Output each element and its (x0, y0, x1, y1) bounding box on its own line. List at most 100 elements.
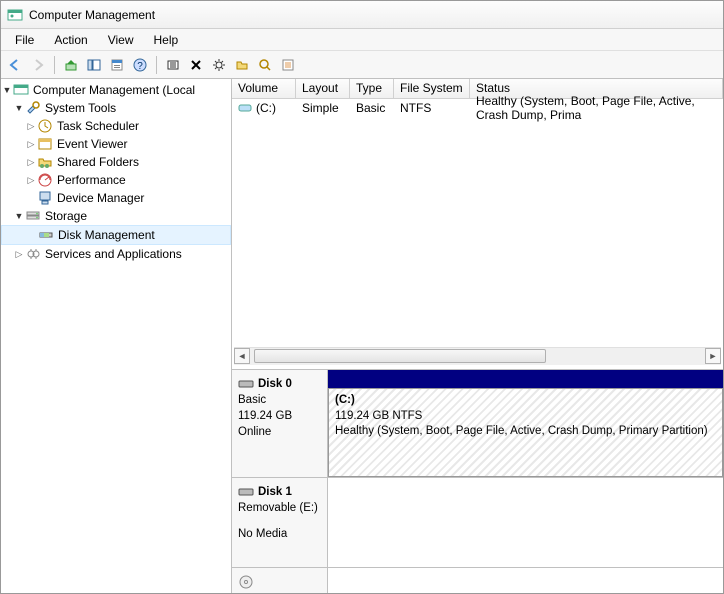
menu-help[interactable]: Help (144, 31, 189, 49)
disk-volumes: (C:) 119.24 GB NTFS Healthy (System, Boo… (328, 370, 723, 477)
expand-icon[interactable]: ▷ (25, 157, 37, 168)
titlebar: Computer Management (1, 1, 723, 29)
svg-text:?: ? (137, 61, 143, 72)
tools-icon (25, 100, 41, 116)
menu-action[interactable]: Action (44, 31, 97, 49)
expand-icon[interactable]: ▷ (25, 175, 37, 186)
menu-view[interactable]: View (98, 31, 144, 49)
menubar: File Action View Help (1, 29, 723, 51)
back-button[interactable] (5, 55, 25, 75)
tree-label: Device Manager (57, 191, 144, 205)
cd-icon (238, 574, 254, 590)
tree-label: Event Viewer (57, 137, 127, 151)
expand-icon[interactable]: ▼ (13, 103, 25, 113)
tree-label: Services and Applications (45, 247, 182, 261)
window-title: Computer Management (29, 8, 155, 22)
services-icon (25, 246, 41, 262)
scroll-right-button[interactable]: ► (705, 348, 721, 364)
clock-icon (37, 118, 53, 134)
expand-icon[interactable]: ▷ (13, 249, 25, 260)
volume-type: Basic (350, 101, 394, 115)
disk-info (232, 568, 328, 593)
disk-size: 119.24 GB (238, 408, 321, 424)
expand-icon[interactable]: ▼ (1, 85, 13, 95)
tree-shared-folders[interactable]: ▷ Shared Folders (1, 153, 231, 171)
computer-icon (13, 82, 29, 98)
partition-name: (C:) (335, 393, 716, 409)
tree-root[interactable]: ▼ Computer Management (Local (1, 81, 231, 99)
tree-device-manager[interactable]: ▷ Device Manager (1, 189, 231, 207)
storage-icon (25, 208, 41, 224)
partition-box[interactable]: (C:) 119.24 GB NTFS Healthy (System, Boo… (328, 388, 723, 477)
settings-button[interactable] (209, 55, 229, 75)
tree-label: Shared Folders (57, 155, 139, 169)
volume-row[interactable]: (C:) Simple Basic NTFS Healthy (System, … (232, 99, 723, 117)
app-icon (7, 7, 23, 23)
help-button[interactable]: ? (130, 55, 150, 75)
col-volume[interactable]: Volume (232, 79, 296, 98)
menu-file[interactable]: File (5, 31, 44, 49)
tree-system-tools[interactable]: ▼ System Tools (1, 99, 231, 117)
expand-icon[interactable]: ▷ (25, 139, 37, 150)
action4-button[interactable] (278, 55, 298, 75)
tree-label: Disk Management (58, 228, 155, 242)
disk-row[interactable] (232, 568, 723, 593)
expand-icon[interactable]: ▼ (13, 211, 25, 221)
action2-button[interactable] (232, 55, 252, 75)
forward-button[interactable] (28, 55, 48, 75)
scroll-thumb[interactable] (254, 349, 546, 363)
disk-row[interactable]: Disk 0 Basic 119.24 GB Online (C:) 119.2… (232, 370, 723, 478)
scroll-left-button[interactable]: ◄ (234, 348, 250, 364)
right-pane: Volume Layout Type File System Status (C… (232, 79, 723, 593)
disk-info: Disk 0 Basic 119.24 GB Online (232, 370, 328, 477)
volume-name: (C:) (256, 101, 276, 115)
disk-state: No Media (238, 526, 321, 542)
col-type[interactable]: Type (350, 79, 394, 98)
partition-status: Healthy (System, Boot, Page File, Active… (335, 424, 716, 440)
toolbar: ? (1, 51, 723, 79)
tree-label: System Tools (45, 101, 116, 115)
expand-icon[interactable]: ▷ (25, 121, 37, 132)
shared-folder-icon (37, 154, 53, 170)
tree-label: Computer Management (Local (33, 83, 195, 97)
up-button[interactable] (61, 55, 81, 75)
properties-button[interactable] (107, 55, 127, 75)
show-hide-tree-button[interactable] (84, 55, 104, 75)
col-filesystem[interactable]: File System (394, 79, 470, 98)
disk-row[interactable]: Disk 1 Removable (E:) No Media (232, 478, 723, 568)
tree-label: Task Scheduler (57, 119, 139, 133)
disk-icon (238, 487, 254, 497)
disk-icon (238, 379, 254, 389)
tree-services-apps[interactable]: ▷ Services and Applications (1, 245, 231, 263)
tree-label: Performance (57, 173, 126, 187)
col-layout[interactable]: Layout (296, 79, 350, 98)
partition-size: 119.24 GB NTFS (335, 409, 716, 425)
tree-disk-management[interactable]: ▷ Disk Management (1, 225, 231, 245)
action1-button[interactable] (163, 55, 183, 75)
disk-type: Removable (E:) (238, 500, 321, 516)
tree-task-scheduler[interactable]: ▷ Task Scheduler (1, 117, 231, 135)
tree-pane: ▼ Computer Management (Local ▼ System To… (1, 79, 232, 593)
perf-icon (37, 172, 53, 188)
action3-button[interactable] (255, 55, 275, 75)
volume-layout: Simple (296, 101, 350, 115)
event-icon (37, 136, 53, 152)
disk-name: Disk 0 (258, 376, 292, 392)
drive-icon (238, 103, 252, 113)
disk-volumes (328, 478, 723, 567)
tree-event-viewer[interactable]: ▷ Event Viewer (1, 135, 231, 153)
no-media-box (328, 478, 723, 567)
delete-button[interactable] (186, 55, 206, 75)
disk-graphical-view: Disk 0 Basic 119.24 GB Online (C:) 119.2… (232, 369, 723, 593)
main-pane: ▼ Computer Management (Local ▼ System To… (1, 79, 723, 593)
tree-performance[interactable]: ▷ Performance (1, 171, 231, 189)
disk-info: Disk 1 Removable (E:) No Media (232, 478, 328, 567)
disk-state: Online (238, 424, 321, 440)
partition-header-strip (328, 370, 723, 388)
tree-label: Storage (45, 209, 87, 223)
disk-mgmt-icon (38, 227, 54, 243)
volume-fs: NTFS (394, 101, 470, 115)
disk-type: Basic (238, 392, 321, 408)
horizontal-scrollbar[interactable]: ◄ ► (234, 347, 721, 365)
tree-storage[interactable]: ▼ Storage (1, 207, 231, 225)
